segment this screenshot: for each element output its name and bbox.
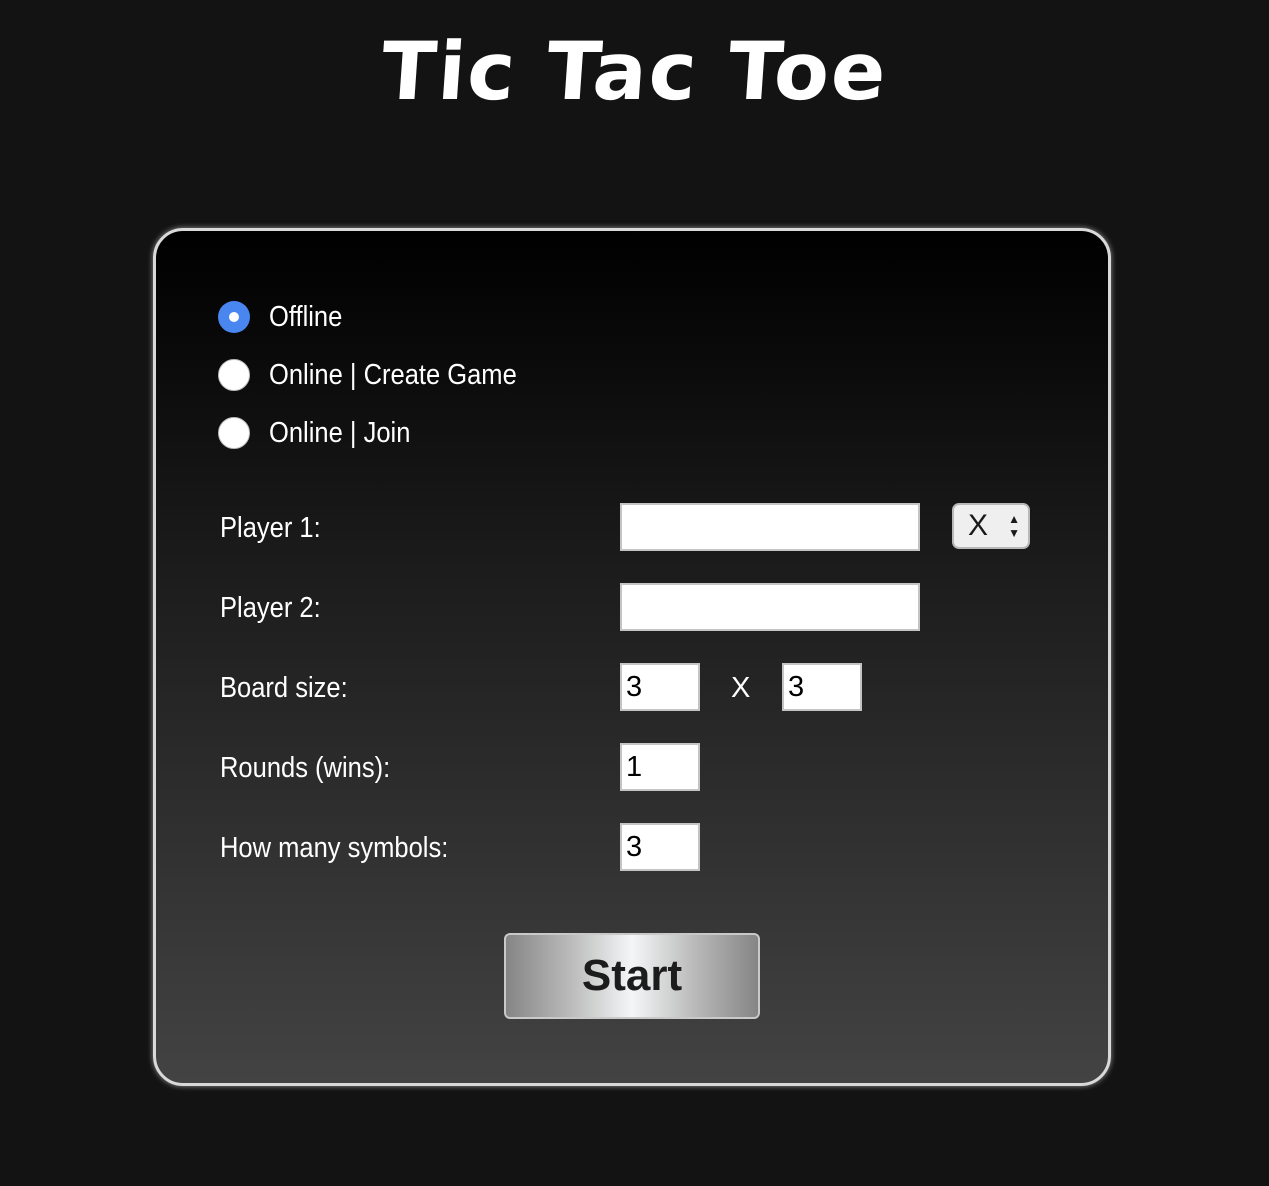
app-title: Tic Tac Toe — [378, 25, 891, 118]
radio-online-join-label: Online | Join — [269, 416, 411, 449]
radio-online-create-button[interactable] — [218, 359, 250, 391]
board-rows-input[interactable] — [620, 663, 700, 711]
player1-input[interactable] — [620, 503, 920, 551]
player2-label: Player 2: — [220, 592, 321, 624]
player1-label: Player 1: — [220, 512, 321, 544]
page: Tic Tac Toe Offline Online | Create Game… — [0, 0, 1269, 1186]
player1-symbol-value: X — [968, 509, 989, 542]
select-arrows-icon: ▲ ▼ — [1008, 512, 1020, 540]
radio-online-create[interactable]: Online | Create Game — [218, 355, 551, 395]
start-button-label: Start — [581, 951, 683, 1000]
rounds-input[interactable] — [620, 743, 700, 791]
radio-offline-label: Offline — [269, 300, 343, 333]
start-button[interactable]: Start — [504, 933, 760, 1019]
symbols-label: How many symbols: — [220, 832, 449, 864]
settings-panel: Offline Online | Create Game Online | Jo… — [153, 228, 1111, 1086]
radio-offline[interactable]: Offline — [218, 297, 352, 337]
radio-offline-button[interactable] — [218, 301, 250, 333]
radio-online-create-label: Online | Create Game — [269, 358, 517, 391]
symbols-input[interactable] — [620, 823, 700, 871]
rounds-label: Rounds (wins): — [220, 752, 391, 784]
player2-input[interactable] — [620, 583, 920, 631]
board-size-separator: X — [731, 672, 751, 704]
radio-online-join-button[interactable] — [218, 417, 250, 449]
radio-online-join[interactable]: Online | Join — [218, 413, 430, 453]
board-size-label: Board size: — [220, 672, 348, 704]
player1-symbol-select[interactable]: X ▲ ▼ — [952, 503, 1030, 549]
board-cols-input[interactable] — [782, 663, 862, 711]
